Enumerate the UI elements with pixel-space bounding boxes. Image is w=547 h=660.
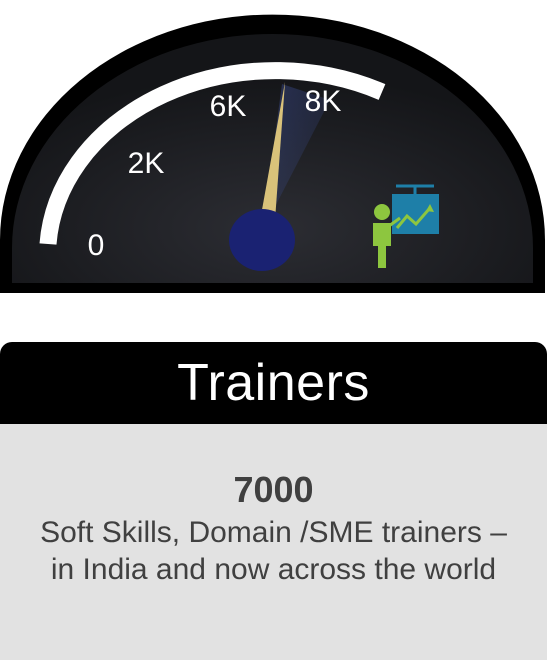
tick-label-0: 0 (88, 229, 105, 262)
tick-label-8k: 8K (305, 85, 342, 118)
trainers-card: 0 2K 6K 8K Trainers 7000 Soft Skills, Do (0, 0, 547, 660)
gauge-hub (229, 209, 295, 271)
card-title: Trainers (177, 354, 370, 412)
title-band: Trainers (0, 342, 547, 424)
trainer-description: Soft Skills, Domain /SME trainers – in I… (40, 516, 507, 586)
info-panel: 7000 Soft Skills, Domain /SME trainers –… (0, 424, 547, 660)
trainer-count: 7000 (233, 469, 314, 510)
tick-label-2k: 2K (128, 147, 165, 180)
tick-label-6k: 6K (210, 90, 247, 123)
gauge: 0 2K 6K 8K (0, 14, 545, 293)
